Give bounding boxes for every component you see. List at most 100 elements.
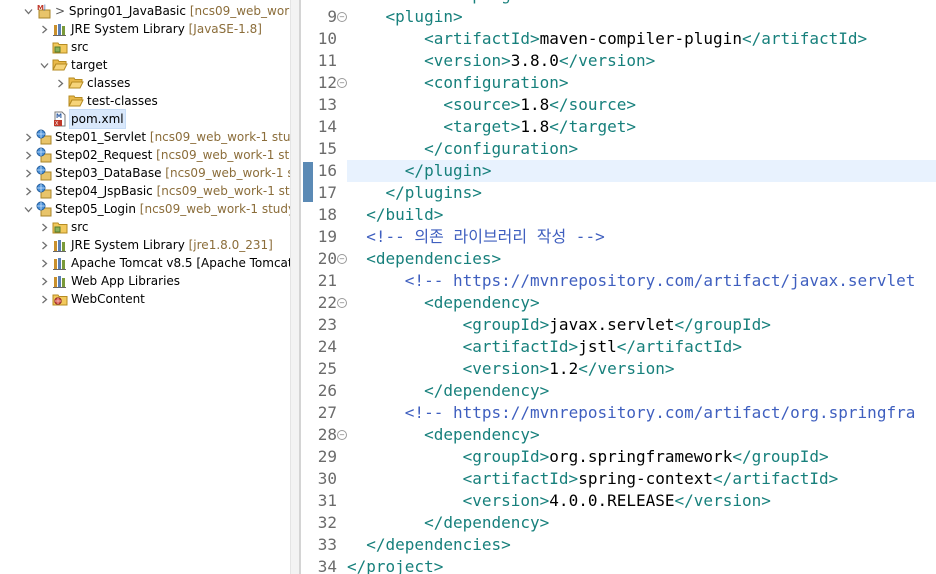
code-line[interactable]: </plugin> [347,160,936,182]
code-tag: <artifactId> [347,337,579,356]
code-line[interactable]: <dependency> [347,292,936,314]
code-line[interactable]: <target>1.8</target> [347,116,936,138]
code-tag: </source> [549,95,636,114]
chevron-right-icon[interactable] [39,236,51,254]
code-line[interactable]: <source>1.8</source> [347,94,936,116]
code-text: 3.8.0 [510,51,559,70]
chevron-right-icon[interactable] [39,20,51,38]
line-number: 28 [317,425,337,444]
code-line[interactable]: </configuration> [347,138,936,160]
tree-item[interactable]: Apache Tomcat v8.5 [Apache Tomcat v8.5] [0,254,299,272]
code-url[interactable]: https://mvnrepository.com/artifact/javax… [453,271,915,290]
tree-item[interactable]: Web App Libraries [0,272,299,290]
tree-item-label: Web App Libraries [70,272,181,290]
fold-toggle-icon[interactable] [337,12,347,22]
tree-item-label: src [70,38,90,56]
code-line[interactable]: <dependency> [347,424,936,446]
chevron-right-icon[interactable] [39,290,51,308]
tree-item[interactable]: Step03_DataBase [ncs09_web_work-1 study] [0,164,299,182]
chevron-down-icon[interactable] [23,200,35,218]
code-line[interactable]: </plugins> [347,182,936,204]
code-line[interactable]: <artifactId>maven-compiler-plugin</artif… [347,28,936,50]
line-number: 26 [317,381,337,400]
tree-item[interactable]: Step04_JspBasic [ncs09_web_work-1 study] [0,182,299,200]
code-tag: </groupId> [674,315,771,334]
code-line[interactable]: <groupId>org.springframework</groupId> [347,446,936,468]
chevron-right-icon[interactable] [23,146,35,164]
tree-item-name: JRE System Library [71,238,185,252]
code-line[interactable]: </build> [347,204,936,226]
library-icon [52,21,68,37]
code-line[interactable]: <groupId>javax.servlet</groupId> [347,314,936,336]
code-line[interactable]: <version>3.8.0</version> [347,50,936,72]
tree-item-label: Apache Tomcat v8.5 [Apache Tomcat v8.5] [70,254,299,272]
tree-item[interactable]: M Xpom.xml [0,109,299,129]
code-line[interactable]: <version>4.0.0.RELEASE</version> [347,490,936,512]
code-line[interactable]: </project> [347,556,936,574]
xml-editor[interactable]: 9 10 11 12 13 14 15 16 17 18 19 20 21 22 23 24 25 26 27 28 2… [301,0,936,574]
tree-item[interactable]: Step05_Login [ncs09_web_work-1 study] [0,200,299,218]
code-line[interactable]: <!-- https://mvnrepository.com/artifact/… [347,402,936,424]
chevron-right-icon[interactable] [55,74,67,92]
line-number: 19 [317,227,337,246]
code-tag: </artifactId> [616,337,742,356]
chevron-right-icon[interactable] [23,182,35,200]
tree-item[interactable]: Step01_Servlet [ncs09_web_work-1 study] [0,128,299,146]
maven-project-icon: MJ [36,3,52,19]
code-line[interactable]: <plugin> [347,6,936,28]
library-icon [52,273,68,289]
code-comment: <!-- [347,403,453,422]
tree-item[interactable]: test-classes [0,92,299,110]
code-tag: <configuration> [347,73,569,92]
code-tag: </artifactId> [741,29,868,48]
chevron-down-icon[interactable] [23,2,35,20]
tree-item[interactable]: WebContent [0,290,299,308]
tree-item[interactable]: src [0,38,299,56]
chevron-down-icon[interactable] [39,56,51,74]
svg-text:J: J [43,4,46,11]
code-tag: </version> [558,51,656,70]
line-number: 22 [317,293,337,312]
tree-item-name: test-classes [87,94,158,108]
code-line[interactable]: <artifactId>jstl</artifactId> [347,336,936,358]
code-tag: <plugin> [347,7,463,26]
code-tag: </version> [674,491,771,510]
tree-item[interactable]: JRE System Library [JavaSE-1.8] [0,20,299,38]
tree-item[interactable]: classes [0,74,299,92]
svg-text:X: X [55,121,59,127]
tree-item[interactable]: src [0,218,299,236]
chevron-right-icon[interactable] [39,272,51,290]
chevron-right-icon[interactable] [23,164,35,182]
code-line[interactable]: </dependency> [347,380,936,402]
fold-toggle-icon[interactable] [337,430,347,440]
code-area[interactable]: <plugin> <plugin> <artifactId>maven-comp… [347,0,936,574]
code-line[interactable]: <!-- 의존 라이브러리 작성 --> [347,226,936,248]
dirty-indicator: > [55,4,69,18]
chevron-right-icon[interactable] [39,254,51,272]
code-line[interactable]: </dependencies> [347,534,936,556]
chevron-right-icon[interactable] [39,218,51,236]
fold-toggle-icon[interactable] [337,254,347,264]
line-number: 33 [317,535,337,554]
code-text: maven-compiler-plugin [539,29,742,48]
code-line[interactable]: <!-- https://mvnrepository.com/artifact/… [347,270,936,292]
line-number: 23 [317,315,337,334]
fold-toggle-icon[interactable] [337,298,347,308]
code-text: jstl [578,337,617,356]
code-line[interactable]: </dependency> [347,512,936,534]
code-line[interactable]: <configuration> [347,72,936,94]
tree-item[interactable]: JRE System Library [jre1.8.0_231] [0,236,299,254]
tree-item-name: Step03_DataBase [55,166,162,180]
tree-item[interactable]: M J > Spring01_JavaBasic [ncs09_web_work-1… [0,2,299,20]
fold-toggle-icon[interactable] [337,78,347,88]
code-line[interactable]: <version>1.2</version> [347,358,936,380]
tree-item[interactable]: Step02_Request [ncs09_web_work-1 study] [0,146,299,164]
code-line[interactable]: <dependencies> [347,248,936,270]
line-number: 34 [317,557,337,574]
repository-decoration: [jre1.8.0_231] [188,238,273,252]
explorer-scrollbar[interactable] [290,0,299,574]
code-line[interactable]: <artifactId>spring-context</artifactId> [347,468,936,490]
tree-item[interactable]: target [0,56,299,74]
chevron-right-icon[interactable] [23,128,35,146]
code-url[interactable]: https://mvnrepository.com/artifact/org.s… [453,403,915,422]
